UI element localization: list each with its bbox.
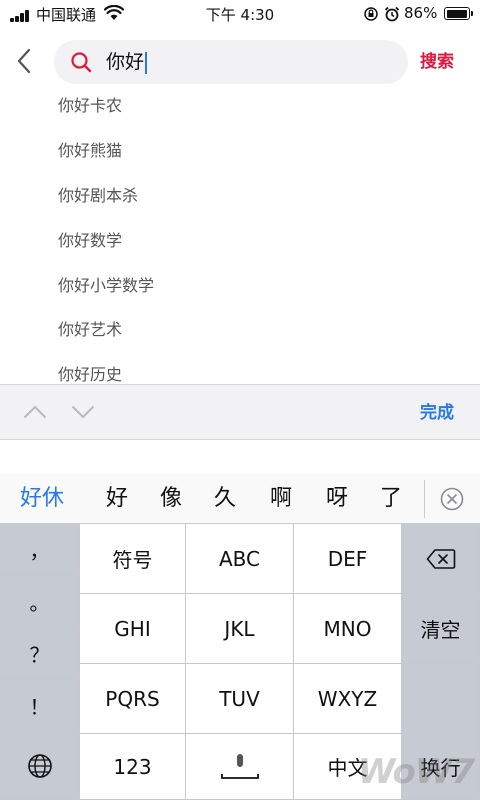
candidate-word[interactable]: 啊 bbox=[270, 474, 292, 524]
search-icon bbox=[71, 52, 92, 73]
globe-icon bbox=[27, 753, 52, 778]
suggestion-list: 你好卡农 你好熊猫 你好剧本杀 你好数学 你好小学数学 你好艺术 你好历史 bbox=[0, 84, 480, 384]
candidate-word[interactable]: 了 bbox=[380, 474, 402, 524]
microphone-icon bbox=[220, 753, 259, 779]
candidate-word[interactable]: 久 bbox=[214, 474, 236, 524]
battery-percent: 86% bbox=[404, 4, 438, 22]
mno-key[interactable]: MNO bbox=[294, 594, 402, 664]
keyboard-top-spacer bbox=[0, 440, 480, 474]
text-cursor bbox=[145, 51, 148, 74]
punct-key-comma[interactable]: ， bbox=[0, 524, 80, 576]
symbols-key[interactable]: 符号 bbox=[80, 524, 186, 594]
search-button[interactable]: 搜索 bbox=[420, 40, 454, 84]
previous-field-chevron-up-icon[interactable] bbox=[22, 399, 48, 425]
def-key[interactable]: DEF bbox=[294, 524, 402, 594]
search-input[interactable]: 你好 bbox=[106, 40, 148, 84]
rotation-lock-icon bbox=[364, 7, 378, 21]
done-button[interactable]: 完成 bbox=[420, 385, 454, 441]
wxyz-key[interactable]: WXYZ bbox=[294, 664, 402, 734]
punct-key-question[interactable]: ？ bbox=[0, 628, 80, 680]
abc-key[interactable]: ABC bbox=[186, 524, 294, 594]
status-bar: 中国联通 下午 4:30 86% bbox=[0, 0, 480, 30]
search-header: 你好 搜索 bbox=[0, 30, 480, 92]
close-circle-icon[interactable] bbox=[440, 487, 464, 511]
clear-key[interactable]: 清空 bbox=[402, 594, 480, 664]
search-query-text: 你好 bbox=[106, 51, 145, 73]
suggestion-item[interactable]: 你好艺术 bbox=[58, 318, 122, 342]
ghi-key[interactable]: GHI bbox=[80, 594, 186, 664]
keyboard-accessory-bar: 完成 bbox=[0, 384, 480, 440]
suggestion-item[interactable]: 你好剧本杀 bbox=[58, 184, 138, 208]
search-box[interactable]: 你好 bbox=[54, 40, 408, 84]
back-chevron-icon[interactable] bbox=[10, 44, 40, 78]
tuv-key[interactable]: TUV bbox=[186, 664, 294, 734]
space-key[interactable] bbox=[186, 734, 294, 800]
watermark-logo: WoW7 bbox=[357, 752, 475, 792]
battery-icon bbox=[444, 7, 473, 20]
suggestion-item[interactable]: 你好数学 bbox=[58, 229, 122, 253]
keyboard: 好休 好 像 久 啊 呀 了 ， 。 ？ ！ 符号 ABC DEF GHI JK… bbox=[0, 440, 480, 800]
candidate-word[interactable]: 好 bbox=[106, 474, 128, 524]
suggestion-item[interactable]: 你好小学数学 bbox=[58, 274, 154, 298]
globe-key[interactable] bbox=[0, 732, 80, 800]
candidate-word[interactable]: 像 bbox=[160, 474, 182, 524]
punct-key-exclamation[interactable]: ！ bbox=[0, 680, 80, 732]
backspace-icon bbox=[426, 548, 455, 569]
candidate-word[interactable]: 呀 bbox=[326, 474, 348, 524]
candidate-word[interactable]: 好休 bbox=[20, 474, 64, 524]
suggestion-item[interactable]: 你好熊猫 bbox=[58, 139, 122, 163]
alarm-icon bbox=[384, 6, 400, 22]
jkl-key[interactable]: JKL bbox=[186, 594, 294, 664]
suggestion-item[interactable]: 你好历史 bbox=[58, 363, 122, 384]
suggestion-item[interactable]: 你好卡农 bbox=[58, 94, 122, 118]
numbers-key[interactable]: 123 bbox=[80, 734, 186, 800]
backspace-key[interactable] bbox=[402, 524, 480, 594]
candidate-divider bbox=[424, 480, 425, 518]
pqrs-key[interactable]: PQRS bbox=[80, 664, 186, 734]
punct-key-period[interactable]: 。 bbox=[0, 576, 80, 628]
candidate-bar: 好休 好 像 久 啊 呀 了 bbox=[0, 474, 480, 524]
next-field-chevron-down-icon[interactable] bbox=[70, 399, 96, 425]
